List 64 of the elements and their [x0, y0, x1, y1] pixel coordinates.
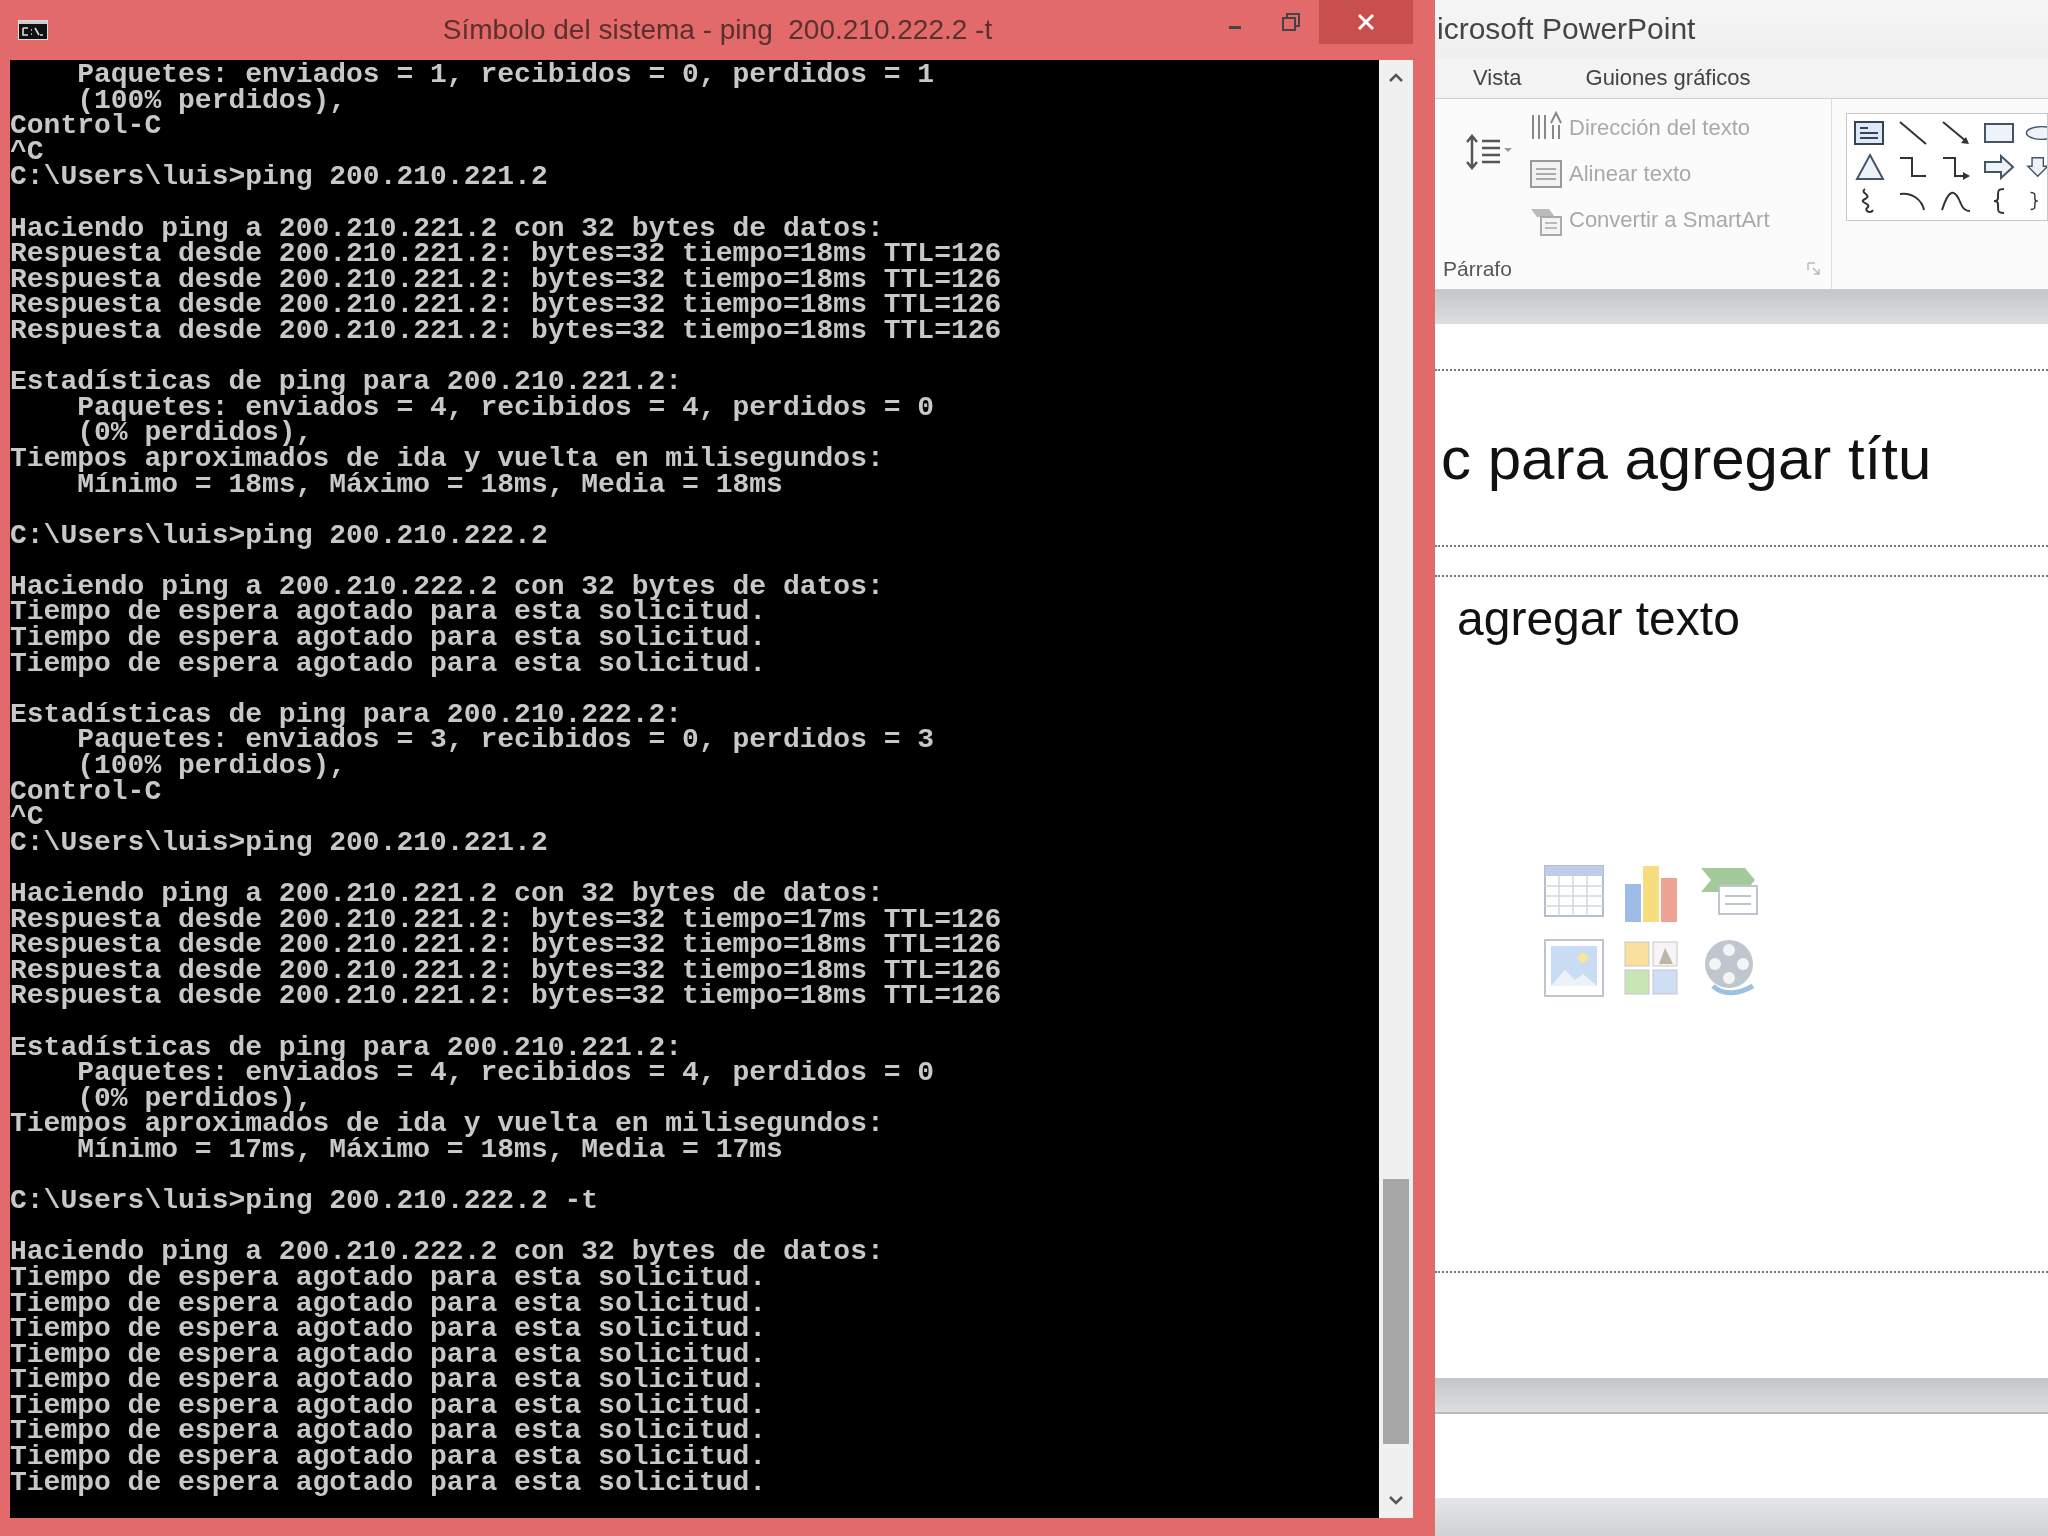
- console-line: Paquetes: enviados = 1, recibidos = 0, perdidos = 1: [76, 62, 936, 88]
- console-line: Tiempo de espera agotado para esta solicitud.: [10, 625, 768, 651]
- console-line: Control-C: [10, 778, 163, 805]
- console-line: ^C: [10, 138, 44, 165]
- console-line: Paquetes: enviados = 4, recibidos = 4, perdidos = 0: [76, 1060, 936, 1086]
- console-line: Tiempo de espera agotado para esta solicitud.: [10, 1290, 768, 1317]
- console-line: C:\Users\luis>ping 200.210.221.2: [10, 164, 549, 190]
- console-line: Respuesta desde 200.210.221.2: bytes=32 tiempo=18ms TTL=126: [10, 983, 1003, 1009]
- console-line: Tiempos aproximados de ida y vuelta en milisegundos:: [10, 445, 885, 472]
- close-button[interactable]: [1319, 0, 1413, 44]
- console-line: C:\Users\luis>ping 200.210.222.2: [10, 522, 549, 549]
- console-line: Haciendo ping a 200.210.221.2 con 32 bytes de datos:: [10, 881, 885, 907]
- console-line: Respuesta desde 200.210.221.2: bytes=32 tiempo=18ms TTL=126: [10, 317, 1003, 344]
- group-label: Párrafo: [1443, 257, 1512, 281]
- console-line: Haciendo ping a 200.210.222.2 con 32 bytes de datos:: [10, 573, 885, 600]
- console-line: Haciendo ping a 200.210.221.2 con 32 bytes de datos:: [10, 215, 884, 242]
- console-line: Tiempo de espera agotado para esta solicitud.: [10, 1316, 768, 1342]
- ribbon-tab[interactable]: Vista: [1465, 63, 1530, 93]
- console-line: Tiempo de espera agotado para esta solicitud.: [10, 1341, 768, 1368]
- console-line: Haciendo ping a 200.210.222.2 con 32 bytes de datos:: [10, 1239, 885, 1265]
- title-placeholder[interactable]: c para agregar títu: [1435, 423, 1932, 493]
- console-line: Control-C: [10, 113, 163, 139]
- console-line: C:\Users\luis>ping 200.210.222.2 -t: [10, 1188, 600, 1214]
- console-line: Paquetes: enviados = 3, recibidos = 0, perdidos = 3: [76, 727, 936, 754]
- console-line: Estadísticas de ping para 200.210.221.2:: [10, 369, 683, 395]
- console-line: Paquetes: enviados = 4, recibidos = 4, perdidos = 0: [76, 394, 936, 421]
- console-line: Respuesta desde 200.210.221.2: bytes=32 tiempo=18ms TTL=126: [10, 292, 1003, 318]
- text-box-icon[interactable]: [1852, 118, 1887, 148]
- console-line: (100% perdidos),: [77, 753, 348, 779]
- restore-icon: [1280, 11, 1302, 33]
- console-line: Tiempo de espera agotado para esta solicitud.: [10, 1469, 768, 1496]
- console-line: Estadísticas de ping para 200.210.221.2:: [10, 1034, 683, 1061]
- console-line: Tiempo de espera agotado para esta solicitud.: [10, 599, 768, 626]
- scrollbar-thumb[interactable]: [1383, 1179, 1409, 1444]
- console-line: Mínimo = 17ms, Máximo = 18ms, Media = 17ms: [77, 1136, 783, 1163]
- scrollbar[interactable]: [1379, 60, 1413, 1518]
- console-line: Tiempo de espera agotado para esta solicitud.: [10, 1444, 768, 1470]
- console-line: Respuesta desde 200.210.221.2: bytes=32 tiempo=18ms TTL=126: [10, 932, 1003, 958]
- close-icon: [1356, 12, 1376, 32]
- console-line: C:\Users\luis>ping 200.210.221.2: [10, 829, 549, 856]
- console-line: Respuesta desde 200.210.221.2: bytes=32 tiempo=18ms TTL=126: [10, 266, 1003, 293]
- align-text-icon: [1529, 157, 1563, 191]
- terminal-icon: [18, 20, 48, 40]
- console-line: Respuesta desde 200.210.221.2: bytes=32 tiempo=18ms TTL=126: [10, 957, 1003, 984]
- console-line: Tiempo de espera agotado para esta solicitud.: [10, 1264, 768, 1291]
- console-line: (100% perdidos),: [77, 87, 348, 114]
- app-title: icrosoft PowerPoint: [1437, 12, 1696, 46]
- console-line: Respuesta desde 200.210.221.2: bytes=32 tiempo=17ms TTL=126: [10, 906, 1003, 933]
- console-line: Tiempos aproximados de ida y vuelta en milisegundos:: [10, 1111, 885, 1137]
- console-line: Tiempo de espera agotado para esta solicitud.: [10, 650, 768, 677]
- console-line: Mínimo = 18ms, Máximo = 18ms, Media = 18ms: [77, 471, 783, 498]
- console-line: (0% perdidos),: [77, 1085, 313, 1112]
- console-line: Tiempo de espera agotado para esta solicitud.: [10, 1367, 768, 1393]
- console-line: ^C: [10, 804, 44, 830]
- window-title: Símbolo del sistema - ping 200.210.222.2 -t: [442, 14, 993, 45]
- console-line: Tiempo de espera agotado para esta solicitud.: [10, 1418, 768, 1445]
- ribbon-tab[interactable]: Guiones gráficos: [1577, 63, 1759, 93]
- right-arrow-icon[interactable]: [1981, 152, 2016, 182]
- console-line: Respuesta desde 200.210.221.2: bytes=32 tiempo=18ms TTL=126: [10, 241, 1003, 267]
- console-line: Tiempo de espera agotado para esta solicitud.: [10, 1392, 768, 1419]
- console-line: (0% perdidos),: [77, 420, 313, 446]
- minimize-icon: [1229, 25, 1241, 29]
- console-line: Estadísticas de ping para 200.210.222.2:: [10, 701, 683, 728]
- body-placeholder[interactable]: agregar texto: [1457, 591, 2048, 646]
